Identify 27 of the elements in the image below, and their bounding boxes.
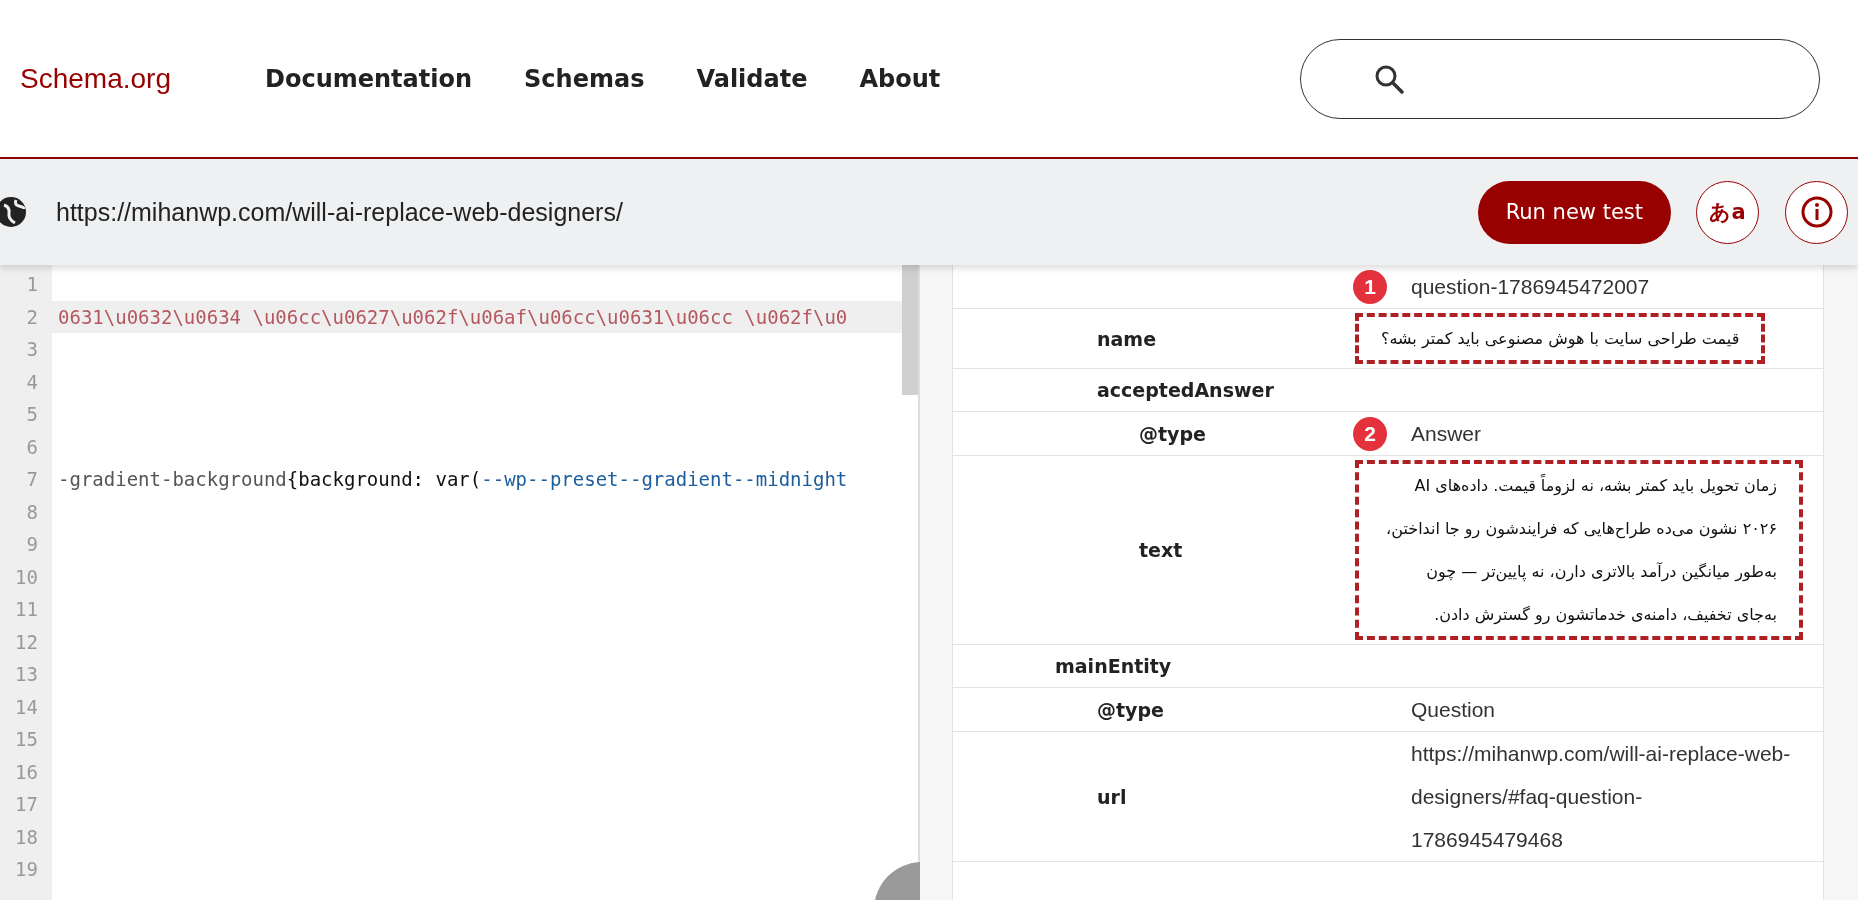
nav-link[interactable]: Validate <box>696 64 808 93</box>
property-name: url <box>1097 785 1127 808</box>
numbered-marker: 1 <box>1353 269 1387 304</box>
nav-link[interactable]: Schemas <box>524 64 645 93</box>
property-name: @type <box>1097 698 1164 721</box>
scrollbar[interactable] <box>902 265 918 395</box>
language-button[interactable]: あa <box>1696 180 1759 244</box>
highlighted-value: زمان تحویل باید کمتر بشه، نه لزوماً قیمت. داده‌های AI ۲۰۲۶ نشون می‌ده طراح‌هایی که فرایندشون رو جا انداختن، به‌طور میانگین درآمد بالاتری دارن، نه پایین‌تر — چون به‌جای تخفیف، دامنه‌ی خدماتشون رو گسترش دادن. <box>1355 460 1803 640</box>
property-name: @type <box>1139 422 1206 445</box>
numbered-marker: 2 <box>1353 416 1387 451</box>
code-line: 0631\u0632\u0634 \u06cc\u0627\u062f\u06af\u06cc\u0631\u06cc \u062f\u0 <box>58 305 848 328</box>
property-value: Answer <box>1411 421 1482 447</box>
property-name: acceptedAnswer <box>1097 379 1274 401</box>
nav-link[interactable]: About <box>859 64 941 93</box>
code-line: -gradient-background{background: var(--wp--preset--gradient--midnight <box>58 468 848 491</box>
info-icon <box>1799 195 1834 229</box>
property-name: name <box>1097 327 1157 350</box>
property-value: https://mihanwp.com/will-ai-replace-web-designers/#faq-question-1786945479468 <box>1411 741 1791 853</box>
nav-link[interactable]: Documentation <box>265 64 473 93</box>
property-name: text <box>1139 539 1183 561</box>
url-text: https://mihanwp.com/will-ai-replace-web-designers/ <box>56 197 624 227</box>
property-value: question-1786945472007 <box>1411 274 1650 300</box>
property-name: mainEntity <box>1055 655 1172 677</box>
site-logo[interactable]: Schema.org <box>20 62 265 95</box>
property-value: Question <box>1411 697 1496 723</box>
run-new-test-button[interactable]: Run new test <box>1477 180 1671 244</box>
highlighted-value: قیمت طراحی سایت با هوش مصنوعی باید کمتر بشه؟ <box>1355 313 1766 364</box>
